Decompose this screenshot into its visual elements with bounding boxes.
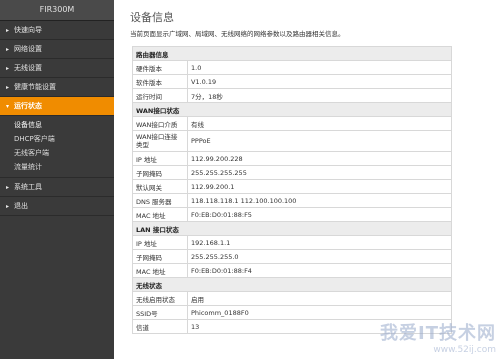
row-key: 默认网关: [132, 179, 188, 194]
row-value: 112.99.200.1: [187, 179, 452, 194]
table-row: 子网掩码 255.255.255.255: [132, 165, 452, 180]
row-value: 112.99.200.228: [187, 151, 452, 166]
page-title: 设备信息: [130, 11, 174, 24]
section-title: 路由器信息: [132, 46, 452, 61]
section-title: LAN 接口状态: [132, 221, 452, 236]
section-header-wireless: 无线状态: [132, 277, 452, 292]
watermark-url: www.52ij.com: [433, 345, 496, 355]
chevron-right-icon: ▸: [6, 65, 10, 72]
nav-running-status[interactable]: ▾ 运行状态: [0, 97, 114, 116]
table-row: IP 地址 192.168.1.1: [132, 235, 452, 250]
row-key-line: 类型: [136, 141, 149, 149]
subnav-traffic-stats[interactable]: 流量统计: [0, 160, 114, 174]
sidebar: FIR300M ▸ 快速向导 ▸ 网络设置 ▸ 无线设置 ▸ 健康节能设置 ▾ 运行状态 …: [0, 0, 114, 359]
row-value: F0:EB:D0:01:88:F4: [187, 263, 452, 278]
nav-label: 快速向导: [14, 26, 42, 34]
section-title: 无线状态: [132, 277, 452, 292]
chevron-right-icon: ▸: [6, 27, 10, 34]
table-row: 软件版本 V1.0.19: [132, 74, 452, 89]
subnav-wireless-clients[interactable]: 无线客户端: [0, 146, 114, 160]
table-row: 无线启用状态 启用: [132, 291, 452, 306]
row-value: 13: [187, 319, 452, 334]
nav-system-tools[interactable]: ▸ 系统工具: [0, 178, 114, 197]
row-key: 无线启用状态: [132, 291, 188, 306]
row-value: 有线: [187, 116, 452, 131]
table-row: 子网掩码 255.255.255.0: [132, 249, 452, 264]
row-key: IP 地址: [132, 235, 188, 250]
section-header-router: 路由器信息: [132, 46, 452, 61]
chevron-right-icon: ▸: [6, 203, 10, 210]
table-row: MAC 地址 F0:EB:D0:01:88:F5: [132, 207, 452, 222]
row-value: 7分，18秒: [187, 88, 452, 103]
row-value: V1.0.19: [187, 74, 452, 89]
nav-label: 网络设置: [14, 45, 42, 53]
row-key: 运行时间: [132, 88, 188, 103]
table-row: 信道 13: [132, 319, 452, 334]
nav-quick-wizard[interactable]: ▸ 快速向导: [0, 21, 114, 40]
table-row: SSID号 Phicomm_0188F0: [132, 305, 452, 320]
chevron-right-icon: ▸: [6, 46, 10, 53]
row-value: 118.118.118.1 112.100.100.100: [187, 193, 452, 208]
row-value: 255.255.255.0: [187, 249, 452, 264]
row-value: 启用: [187, 291, 452, 306]
nav-logout[interactable]: ▸ 退出: [0, 197, 114, 216]
row-key: 信道: [132, 319, 188, 334]
row-key: WAN接口介质: [132, 116, 188, 131]
nav-label: 系统工具: [14, 183, 42, 191]
row-key: 软件版本: [132, 74, 188, 89]
subnav-dhcp-clients[interactable]: DHCP客户端: [0, 132, 114, 146]
row-value: 1.0: [187, 60, 452, 75]
row-key: MAC 地址: [132, 263, 188, 278]
nav-label: 健康节能设置: [14, 83, 56, 91]
row-key: WAN接口连接 类型: [132, 130, 188, 152]
row-key: SSID号: [132, 305, 188, 320]
section-header-lan: LAN 接口状态: [132, 221, 452, 236]
table-row: MAC 地址 F0:EB:D0:01:88:F4: [132, 263, 452, 278]
section-title: WAN接口状态: [132, 102, 452, 117]
table-row: WAN接口介质 有线: [132, 116, 452, 131]
row-key: DNS 服务器: [132, 193, 188, 208]
table-row: 默认网关 112.99.200.1: [132, 179, 452, 194]
row-value: Phicomm_0188F0: [187, 305, 452, 320]
row-value: PPPoE: [187, 130, 452, 152]
submenu-running-status: 设备信息 DHCP客户端 无线客户端 流量统计: [0, 116, 114, 178]
table-row: IP 地址 112.99.200.228: [132, 151, 452, 166]
device-info-table: 路由器信息 硬件版本 1.0 软件版本 V1.0.19 运行时间 7分，18秒 WAN…: [132, 46, 452, 334]
row-key-line: WAN接口连接: [136, 133, 178, 141]
nav-health-power[interactable]: ▸ 健康节能设置: [0, 78, 114, 97]
chevron-down-icon: ▾: [6, 103, 10, 110]
chevron-right-icon: ▸: [6, 184, 10, 191]
page-description: 当前页面显示广域网、局域网、无线网络的网络参数以及路由器相关信息。: [130, 30, 345, 38]
brand-title: FIR300M: [0, 0, 114, 21]
nav-network-settings[interactable]: ▸ 网络设置: [0, 40, 114, 59]
row-key: 子网掩码: [132, 165, 188, 180]
table-row: WAN接口连接 类型 PPPoE: [132, 130, 452, 152]
table-row: 硬件版本 1.0: [132, 60, 452, 75]
chevron-right-icon: ▸: [6, 84, 10, 91]
main-content: 设备信息 当前页面显示广域网、局域网、无线网络的网络参数以及路由器相关信息。 路…: [114, 0, 500, 359]
row-key: 硬件版本: [132, 60, 188, 75]
nav-label: 退出: [14, 202, 28, 210]
subnav-device-info[interactable]: 设备信息: [0, 118, 114, 132]
section-header-wan: WAN接口状态: [132, 102, 452, 117]
row-key: 子网掩码: [132, 249, 188, 264]
nav-wireless-settings[interactable]: ▸ 无线设置: [0, 59, 114, 78]
nav-label: 运行状态: [14, 102, 42, 110]
row-value: F0:EB:D0:01:88:F5: [187, 207, 452, 222]
row-value: 255.255.255.255: [187, 165, 452, 180]
row-key: MAC 地址: [132, 207, 188, 222]
row-value: 192.168.1.1: [187, 235, 452, 250]
row-key: IP 地址: [132, 151, 188, 166]
table-row: DNS 服务器 118.118.118.1 112.100.100.100: [132, 193, 452, 208]
table-row: 运行时间 7分，18秒: [132, 88, 452, 103]
nav-label: 无线设置: [14, 64, 42, 72]
